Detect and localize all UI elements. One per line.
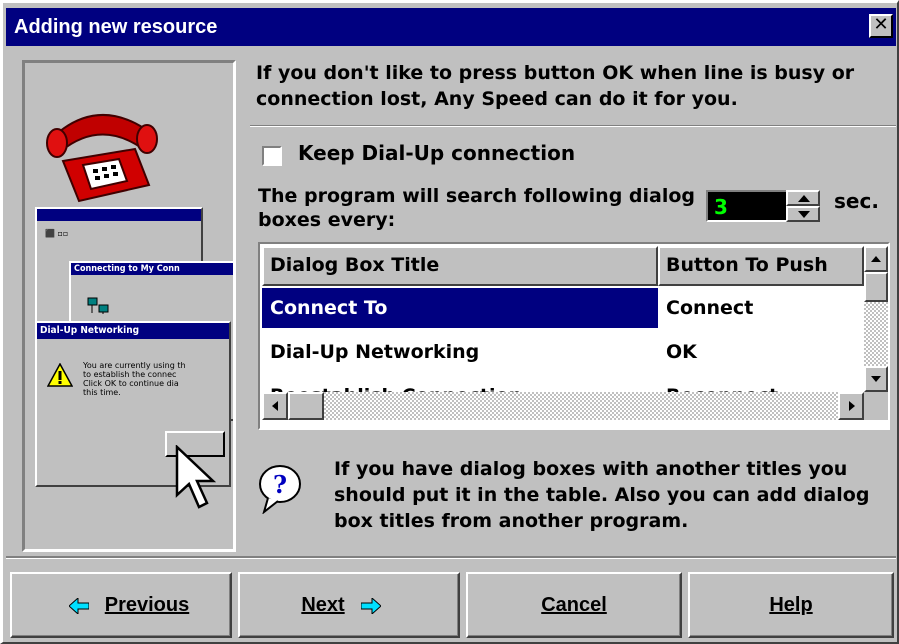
next-button[interactable]: Next <box>238 572 460 638</box>
previous-button[interactable]: Previous <box>10 572 232 638</box>
table-cell-title[interactable]: Connect To <box>262 288 658 328</box>
keep-dialup-label[interactable]: Keep Dial-Up connection <box>298 141 575 165</box>
mini-msg-2: to establish the connec <box>83 370 177 379</box>
mini-msg-4: this time. <box>83 388 121 397</box>
spin-up-button[interactable] <box>786 190 820 206</box>
mouse-cursor-icon <box>175 445 217 509</box>
spin-down-button[interactable] <box>786 206 820 222</box>
cancel-button[interactable]: Cancel <box>466 572 682 638</box>
computers-icon <box>87 297 109 314</box>
intro-text: If you don't like to press button OK whe… <box>256 62 855 110</box>
help-balloon-icon: ? <box>259 465 301 514</box>
cancel-button-label: Cancel <box>541 594 607 616</box>
scroll-down-button[interactable] <box>864 366 888 392</box>
button-bar-divider <box>6 556 896 559</box>
table-cell-title[interactable]: Dial-Up Networking <box>262 332 658 372</box>
help-button-label: Help <box>769 594 813 616</box>
arrow-left-icon <box>272 401 278 411</box>
table-cell-button[interactable]: Connect <box>658 288 864 328</box>
interval-unit: sec. <box>834 189 879 213</box>
interval-spinner[interactable] <box>786 190 820 222</box>
close-button[interactable]: ✕ <box>869 14 893 38</box>
warning-icon <box>47 363 73 387</box>
help-button[interactable]: Help <box>688 572 894 638</box>
arrow-up-icon <box>798 195 810 202</box>
column-header-button[interactable]: Button To Push <box>658 246 864 286</box>
arrow-up-icon <box>871 256 881 262</box>
dialog-table[interactable]: Dialog Box Title Button To Push Connect … <box>258 242 890 430</box>
svg-text:?: ? <box>273 470 287 499</box>
arrow-down-icon <box>798 211 810 218</box>
interval-value: 3 <box>714 195 728 219</box>
vertical-scrollbar[interactable] <box>864 246 888 392</box>
scroll-up-button[interactable] <box>864 246 888 272</box>
scroll-corner <box>864 392 888 420</box>
telephone-icon <box>46 113 158 203</box>
title-bar[interactable]: Adding new resource ✕ <box>6 8 896 46</box>
mini-msg-1: You are currently using th <box>83 361 186 370</box>
vertical-scroll-thumb[interactable] <box>864 272 888 302</box>
arrow-right-icon <box>360 597 381 614</box>
horizontal-scroll-thumb[interactable] <box>288 392 324 420</box>
keep-dialup-checkbox[interactable] <box>262 146 282 166</box>
intro-divider <box>250 125 896 127</box>
mini-dialog-title: Dial-Up Networking <box>37 323 229 339</box>
horizontal-scrollbar[interactable] <box>262 392 864 420</box>
close-icon: ✕ <box>873 14 889 35</box>
mini-connecting-title: Connecting to My Conn <box>71 263 233 275</box>
hint-text: If you have dialog boxes with another ti… <box>334 458 870 532</box>
arrow-down-icon <box>871 376 881 382</box>
wizard-illustration: ⬛ ▫▫ Connecting to My Conn Dial-Up Netwo… <box>22 60 236 552</box>
mini-msg-3: Click OK to continue dia <box>83 379 179 388</box>
arrow-left-icon <box>68 597 89 614</box>
previous-button-label: Previous <box>104 594 190 616</box>
column-header-title[interactable]: Dialog Box Title <box>262 246 658 286</box>
scroll-right-button[interactable] <box>838 392 864 420</box>
interval-input[interactable]: 3 <box>706 190 790 222</box>
next-button-label: Next <box>301 594 345 616</box>
interval-label: The program will search following dialog… <box>258 185 696 231</box>
arrow-right-icon <box>849 401 855 411</box>
scroll-left-button[interactable] <box>262 392 288 420</box>
table-cell-button[interactable]: OK <box>658 332 864 372</box>
window-title: Adding new resource <box>14 16 218 38</box>
